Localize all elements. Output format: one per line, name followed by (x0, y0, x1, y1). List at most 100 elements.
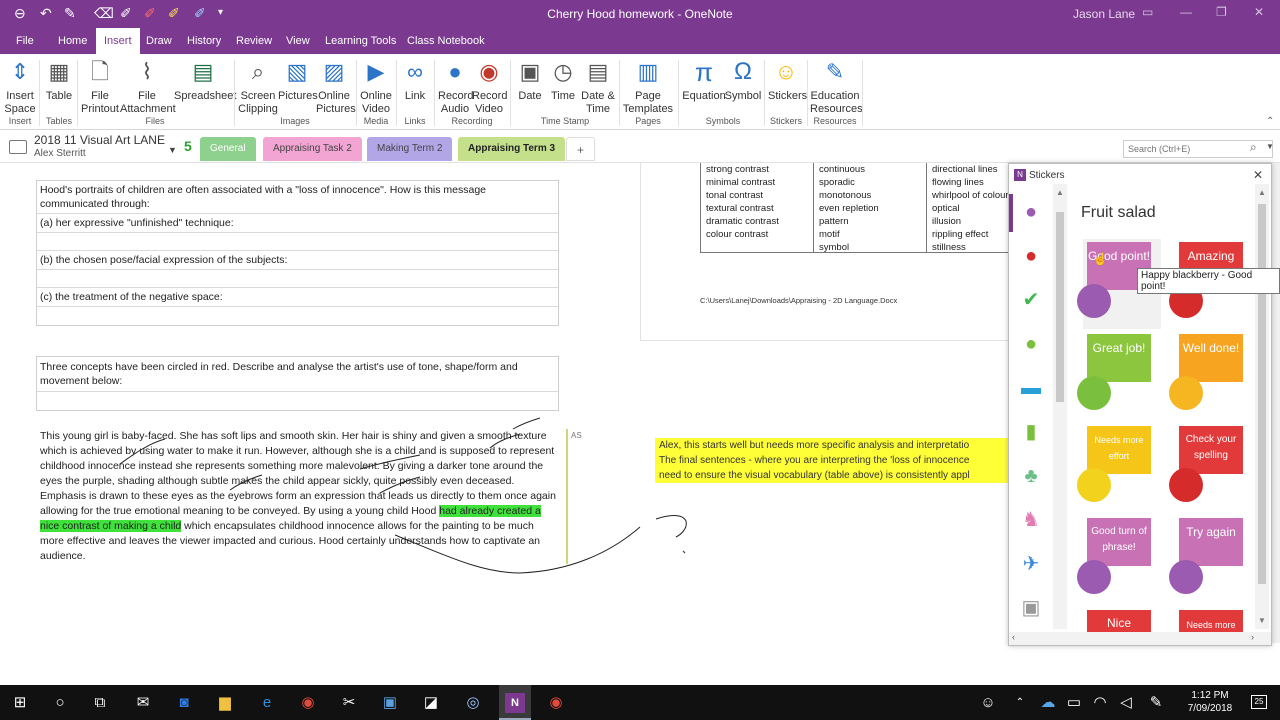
tab-learning-tools[interactable]: Learning Tools (317, 28, 404, 54)
link-button[interactable]: ∞ Link (400, 58, 430, 103)
sticker-nice[interactable]: Nice (1087, 610, 1151, 634)
volume-icon[interactable]: ◁ (1116, 693, 1136, 713)
edge-icon[interactable]: e (257, 693, 277, 713)
sticker-needs-more[interactable]: Needs more (1179, 610, 1243, 634)
category-computer-icon[interactable]: ▬ (1017, 374, 1045, 402)
online-video-button[interactable]: ▶ Online Video (358, 58, 394, 116)
pictures-button[interactable]: ▧ Pictures (278, 58, 318, 103)
windows-start-icon[interactable]: ⊞ (10, 693, 30, 713)
network-icon[interactable]: ▭ (1064, 693, 1084, 713)
maximize-icon[interactable]: ❐ (1216, 5, 1227, 19)
close-window-icon[interactable]: ✕ (1254, 5, 1264, 19)
tab-class-notebook[interactable]: Class Notebook (399, 28, 493, 54)
online-pictures-button[interactable]: ▨ Online Pictures (316, 58, 356, 116)
people-icon[interactable]: ☺ (978, 693, 998, 713)
show-hidden-icons[interactable]: ⌃ (1010, 693, 1030, 713)
file-explorer-icon[interactable]: ▆ (215, 693, 235, 713)
ribbon-display-icon[interactable]: ▭ (1142, 5, 1153, 19)
close-icon[interactable]: ✕ (1253, 168, 1263, 182)
sticker-needs-more-effort[interactable]: Needs more effort (1077, 426, 1157, 510)
sticker-great-job[interactable]: Great job! (1077, 334, 1157, 418)
category-monster-icon[interactable]: ● (1017, 330, 1045, 358)
category-check-icon[interactable]: ✔ (1017, 286, 1045, 314)
sticker-scrollbar[interactable]: ▲ ▼ (1255, 184, 1269, 629)
minimize-icon[interactable]: — (1180, 5, 1192, 19)
task-view-icon[interactable]: ⧉ (90, 693, 110, 713)
date-time-button[interactable]: ▤ Date & Time (580, 58, 616, 116)
equation-button[interactable]: π Equation (682, 58, 726, 103)
onenote-taskbar-button[interactable]: N (499, 685, 531, 720)
tab-draw[interactable]: Draw (138, 28, 180, 54)
scroll-up-icon[interactable]: ▲ (1056, 188, 1064, 197)
category-unicorn-icon[interactable]: ♞ (1017, 506, 1045, 534)
chrome-icon[interactable]: ◉ (546, 693, 566, 713)
user-name[interactable]: Jason Lane (1073, 7, 1135, 21)
recorder-icon[interactable]: ◎ (463, 693, 483, 713)
file-attachment-button[interactable]: ⌇ File Attachment (120, 58, 176, 116)
tab-home[interactable]: Home (50, 28, 95, 54)
search-dropdown-icon[interactable]: ▼ (1266, 142, 1274, 151)
education-resources-button[interactable]: ✎ Education Resources (810, 58, 863, 116)
category-apple-icon[interactable]: ● (1017, 242, 1045, 270)
section-tab-making-term-2[interactable]: Making Term 2 (367, 137, 453, 161)
stickers-button[interactable]: ☺ Stickers (768, 58, 807, 103)
category-fruit-salad-icon[interactable]: ● (1017, 198, 1045, 226)
symbol-button[interactable]: Ω Symbol (724, 58, 762, 103)
scroll-up-icon[interactable]: ▲ (1258, 188, 1266, 197)
screen-clipping-button[interactable]: ⌕ Screen Clipping (238, 58, 278, 116)
system-clock[interactable]: 1:12 PM 7/09/2018 (1180, 689, 1240, 715)
collapse-ribbon-icon[interactable]: ⌃ (1266, 116, 1274, 127)
file-printout-button[interactable]: 🗋 File Printout (80, 58, 120, 116)
notifications-badge[interactable]: 25 (1251, 695, 1267, 709)
record-audio-button[interactable]: ● Record Audio (438, 58, 473, 116)
date-button[interactable]: ▣ Date (516, 58, 544, 103)
insert-space-button[interactable]: ⇕ Insert Space (4, 58, 36, 116)
onedrive-icon[interactable]: ☁ (1038, 693, 1058, 713)
page-templates-button[interactable]: ▥ Page Templates (622, 58, 674, 116)
tab-file[interactable]: File (8, 28, 42, 54)
tab-insert[interactable]: Insert (96, 28, 140, 54)
wifi-icon[interactable]: ◠ (1090, 693, 1110, 713)
category-robot-icon[interactable]: ▣ (1017, 594, 1045, 622)
horizontal-scrollbar[interactable]: ‹ › (1009, 632, 1271, 645)
notebook-dropdown-icon[interactable]: ▼ (168, 145, 177, 155)
category-scrollbar[interactable]: ▲ (1053, 184, 1067, 629)
tab-review[interactable]: Review (228, 28, 280, 54)
scroll-down-icon[interactable]: ▼ (1258, 616, 1266, 625)
sticker-well-done[interactable]: Well done! (1169, 334, 1249, 418)
category-scroll-thumb[interactable] (1056, 212, 1064, 402)
table-button[interactable]: ▦ Table (44, 58, 74, 103)
category-cucumber-icon[interactable]: ▮ (1017, 418, 1045, 446)
time-button[interactable]: ◷ Time (548, 58, 578, 103)
notebook-list-icon[interactable] (9, 140, 27, 154)
category-cactus-icon[interactable]: ♣ (1017, 462, 1045, 490)
mail-icon[interactable]: ✉ (133, 693, 153, 713)
monitor-app-icon[interactable]: ▣ (380, 693, 400, 713)
scroll-right-icon[interactable]: › (1251, 632, 1254, 642)
section-tab-appraising-term-3[interactable]: Appraising Term 3 (458, 137, 566, 161)
snipping-tool-icon[interactable]: ✂ (339, 693, 359, 713)
sticker-check-your-spelling[interactable]: Check your spelling (1169, 426, 1249, 510)
category-animal-icon[interactable]: ✈ (1017, 550, 1045, 578)
teacher-feedback[interactable]: Alex, this starts well but needs more sp… (655, 438, 1010, 483)
sticker-good-turn-of-phrase[interactable]: Good turn of phrase! (1077, 518, 1157, 602)
chrome-icon[interactable]: ◉ (298, 693, 318, 713)
tab-history[interactable]: History (179, 28, 229, 54)
spreadsheet-button[interactable]: ▤ Spreadsheet (174, 58, 236, 103)
section-tab-general[interactable]: General (200, 137, 256, 161)
page-canvas[interactable]: Hood's portraits of children are often a… (0, 163, 1010, 685)
add-section-button[interactable]: + (566, 137, 596, 161)
search-icon[interactable]: ⌕ (1250, 140, 1257, 155)
tab-view[interactable]: View (278, 28, 318, 54)
scroll-left-icon[interactable]: ‹ (1012, 632, 1015, 642)
sticker-scroll-thumb[interactable] (1258, 204, 1266, 584)
cortana-icon[interactable]: ○ (50, 693, 70, 713)
notebook-name[interactable]: 2018 11 Visual Art LANE (34, 133, 165, 147)
record-video-button[interactable]: ◉ Record Video (472, 58, 507, 116)
sticky-icon[interactable]: ◪ (421, 693, 441, 713)
outlook-icon[interactable]: ◙ (174, 693, 194, 713)
sticker-try-again[interactable]: Try again (1169, 518, 1249, 602)
page-scrollbar[interactable] (1272, 163, 1280, 643)
pen-workspace-icon[interactable]: ✎ (1146, 693, 1166, 713)
section-tab-appraising-task-2[interactable]: Appraising Task 2 (263, 137, 362, 161)
